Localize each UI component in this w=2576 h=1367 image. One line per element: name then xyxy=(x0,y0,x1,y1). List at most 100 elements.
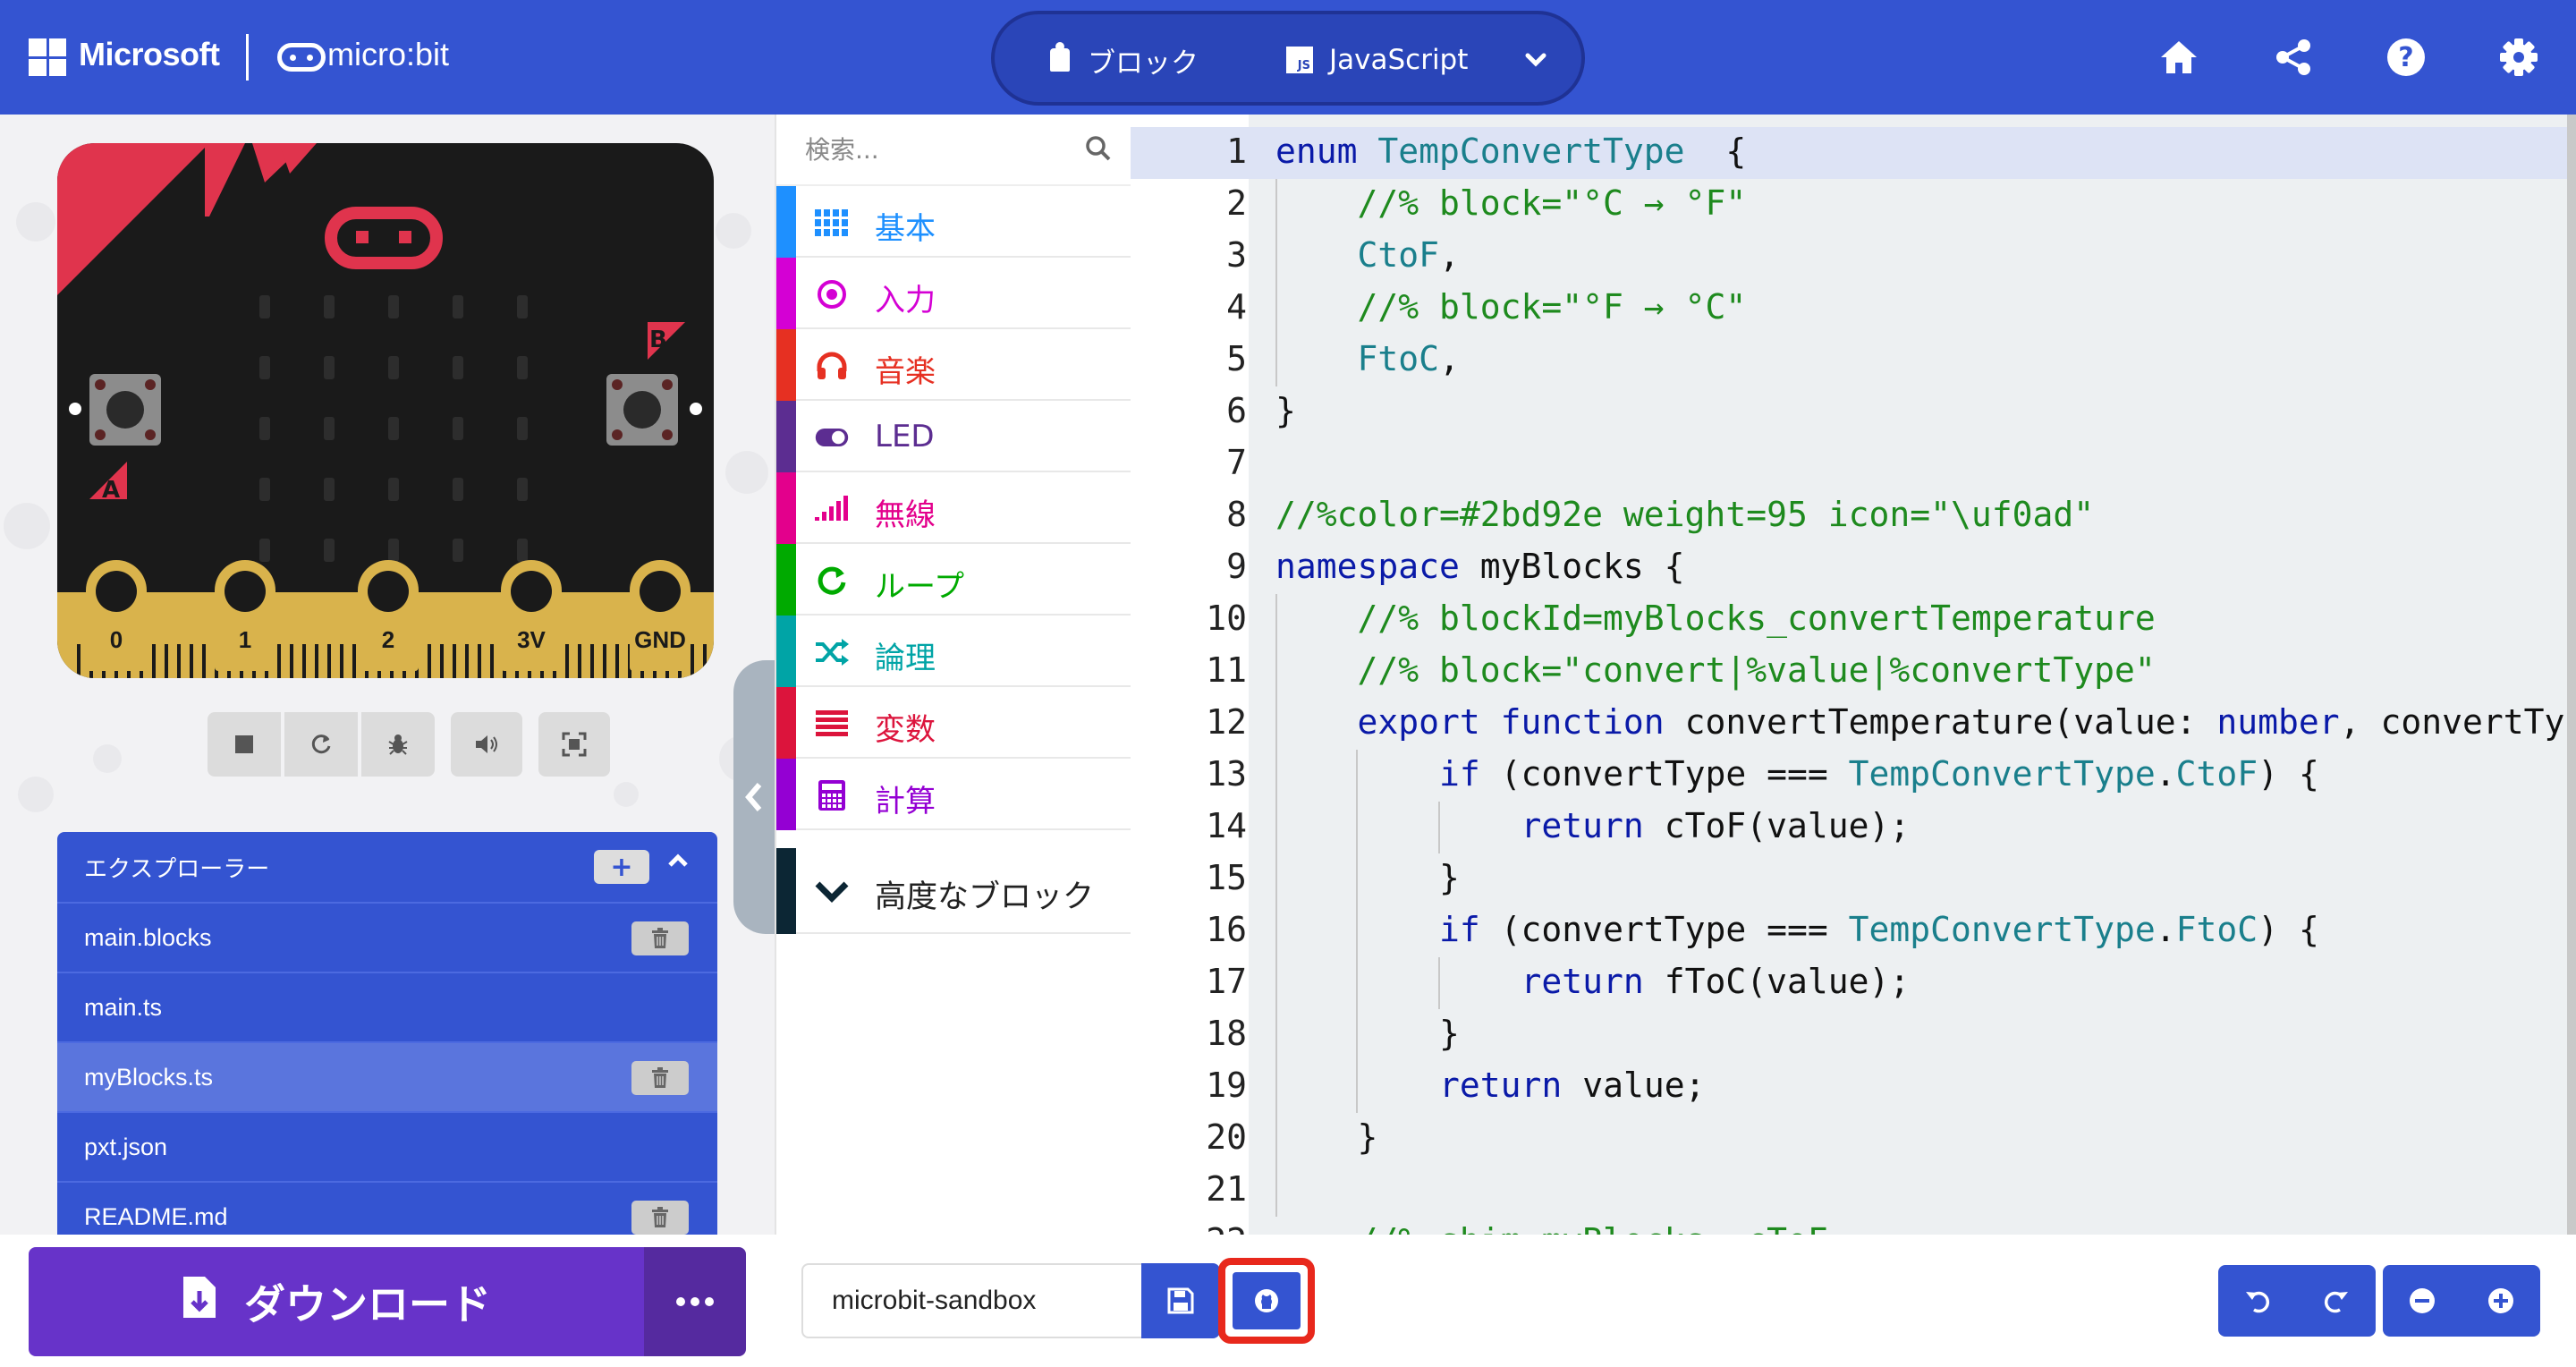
chevron-up-icon[interactable] xyxy=(665,848,691,879)
tab-blocks[interactable]: ブロック xyxy=(1050,39,1199,81)
code-line[interactable]: 15 } xyxy=(1131,853,2576,905)
home-icon[interactable] xyxy=(2152,30,2206,84)
code-line[interactable]: 1 enum TempConvertType { xyxy=(1131,127,2576,179)
pin-2[interactable]: 2 xyxy=(358,560,419,671)
code-token: myBlocks { xyxy=(1459,547,1685,586)
code-token: TempConvertType xyxy=(1848,754,2156,794)
file-item[interactable]: README.md xyxy=(57,1181,717,1235)
code-line[interactable]: 10 //% blockId=myBlocks_convertTemperatu… xyxy=(1131,594,2576,646)
zoom-in-icon[interactable] xyxy=(2462,1265,2540,1337)
code-token: ) { xyxy=(2258,910,2319,949)
file-item[interactable]: pxt.json xyxy=(57,1111,717,1181)
button-b[interactable] xyxy=(606,374,678,446)
code-line[interactable]: 18 } xyxy=(1131,1009,2576,1061)
share-icon[interactable] xyxy=(2267,30,2320,84)
code-line[interactable]: 12 export function convertTemperature(va… xyxy=(1131,698,2576,750)
pin-1[interactable]: 1 xyxy=(215,560,275,671)
github-button[interactable] xyxy=(1218,1258,1315,1344)
javascript-icon: JS xyxy=(1286,47,1313,73)
category-5[interactable]: 無線 xyxy=(776,472,1131,544)
code-token: TempConvertType xyxy=(1377,132,1685,171)
code-line[interactable]: 20 } xyxy=(1131,1113,2576,1165)
file-item[interactable]: main.blocks xyxy=(57,902,717,972)
pin-0[interactable]: 0 xyxy=(86,560,147,671)
code-line[interactable]: 8 //%color=#2bd92e weight=95 icon="\uf0ad… xyxy=(1131,490,2576,542)
chevron-down-icon[interactable] xyxy=(1522,47,1549,81)
tab-javascript[interactable]: JS JavaScript xyxy=(1286,39,1468,81)
code-line[interactable]: 16 if (convertType === TempConvertType.F… xyxy=(1131,905,2576,957)
code-line[interactable]: 21 xyxy=(1131,1165,2576,1217)
category-label: 高度なブロック xyxy=(875,879,1095,915)
shuffle-icon xyxy=(814,635,850,669)
pin-gnd[interactable]: GND xyxy=(630,560,691,671)
category-4[interactable]: LED xyxy=(776,401,1131,472)
line-number: 13 xyxy=(1206,754,1247,794)
code-line[interactable]: 2 //% block="°C → °F" xyxy=(1131,179,2576,231)
delete-file-button[interactable] xyxy=(631,1201,689,1235)
category-advanced[interactable]: 高度なブロック xyxy=(776,848,1131,934)
code-line[interactable]: 22 //% shim=myBlocks::cToF xyxy=(1131,1217,2576,1235)
microbit-board: B A 0 1 2 3V GND xyxy=(57,143,714,678)
code-line[interactable]: 4 //% block="°F → °C" xyxy=(1131,283,2576,335)
category-9[interactable]: 計算 xyxy=(776,759,1131,830)
explorer-header[interactable]: エクスプローラー + xyxy=(57,832,717,902)
category-6[interactable]: ループ xyxy=(776,544,1131,616)
debug-icon[interactable] xyxy=(361,712,435,777)
code-token: TempConvertType xyxy=(1848,910,2156,949)
download-label: ダウンロード xyxy=(244,1280,491,1329)
file-list: main.blocks main.ts myBlocks.ts pxt.json R… xyxy=(57,902,717,1235)
code-line[interactable]: 11 //% block="convert|%value|%convertTyp… xyxy=(1131,646,2576,698)
undo-icon[interactable] xyxy=(2218,1265,2297,1337)
category-1[interactable]: 基本 xyxy=(776,186,1131,258)
pin-hole xyxy=(368,571,409,612)
download-button[interactable]: ダウンロード xyxy=(29,1247,644,1356)
save-button[interactable] xyxy=(1141,1263,1220,1338)
pin-label: 2 xyxy=(381,626,395,653)
microbit-brand[interactable]: micro:bit xyxy=(327,36,449,73)
undo-redo-group xyxy=(2218,1265,2376,1337)
fullscreen-icon[interactable] xyxy=(538,712,610,777)
settings-icon[interactable] xyxy=(2492,30,2546,84)
search-icon[interactable] xyxy=(1084,134,1113,166)
code-token: (convertType === xyxy=(1479,910,1849,949)
code-text: //% block="°C → °F" xyxy=(1275,183,1747,223)
file-item[interactable]: myBlocks.ts xyxy=(57,1041,717,1111)
vertical-scrollbar[interactable] xyxy=(2567,115,2576,1235)
code-line[interactable]: 9 namespace myBlocks { xyxy=(1131,542,2576,594)
code-line[interactable]: 14 return cToF(value); xyxy=(1131,802,2576,853)
code-line[interactable]: 13 if (convertType === TempConvertType.C… xyxy=(1131,750,2576,802)
restart-icon[interactable] xyxy=(284,712,358,777)
code-line[interactable]: 17 return fToC(value); xyxy=(1131,957,2576,1009)
category-3[interactable]: 音楽 xyxy=(776,329,1131,401)
more-options-button[interactable] xyxy=(644,1247,746,1356)
code-line[interactable]: 5 FtoC, xyxy=(1131,335,2576,386)
file-item[interactable]: main.ts xyxy=(57,972,717,1041)
code-token: convertTemperature(value: xyxy=(1664,702,2217,742)
category-8[interactable]: 変数 xyxy=(776,687,1131,759)
zoom-out-icon[interactable] xyxy=(2383,1265,2462,1337)
led-matrix[interactable] xyxy=(259,295,528,564)
search-input[interactable] xyxy=(803,131,1072,168)
tab-javascript-label: JavaScript xyxy=(1329,44,1469,76)
delete-file-button[interactable] xyxy=(631,1061,689,1095)
category-2[interactable]: 入力 xyxy=(776,258,1131,329)
code-editor[interactable]: 1 enum TempConvertType {2 //% block="°C →… xyxy=(1131,115,2576,1235)
code-line[interactable]: 7 xyxy=(1131,438,2576,490)
code-line[interactable]: 6} xyxy=(1131,386,2576,438)
sound-icon[interactable] xyxy=(451,712,522,777)
project-name-input[interactable] xyxy=(801,1263,1141,1338)
redo-icon[interactable] xyxy=(2297,1265,2376,1337)
delete-file-button[interactable] xyxy=(631,921,689,955)
category-label: 変数 xyxy=(875,712,936,748)
stop-icon[interactable] xyxy=(208,712,281,777)
add-file-button[interactable]: + xyxy=(594,850,649,884)
help-icon[interactable]: ? xyxy=(2379,30,2433,84)
collapse-simulator-button[interactable] xyxy=(733,660,775,934)
code-text: return fToC(value); xyxy=(1275,962,1911,1001)
button-a[interactable] xyxy=(89,374,161,446)
code-line[interactable]: 3 CtoF, xyxy=(1131,231,2576,283)
code-line[interactable]: 19 return value; xyxy=(1131,1061,2576,1113)
pin-3v[interactable]: 3V xyxy=(501,560,562,671)
category-7[interactable]: 論理 xyxy=(776,616,1131,687)
